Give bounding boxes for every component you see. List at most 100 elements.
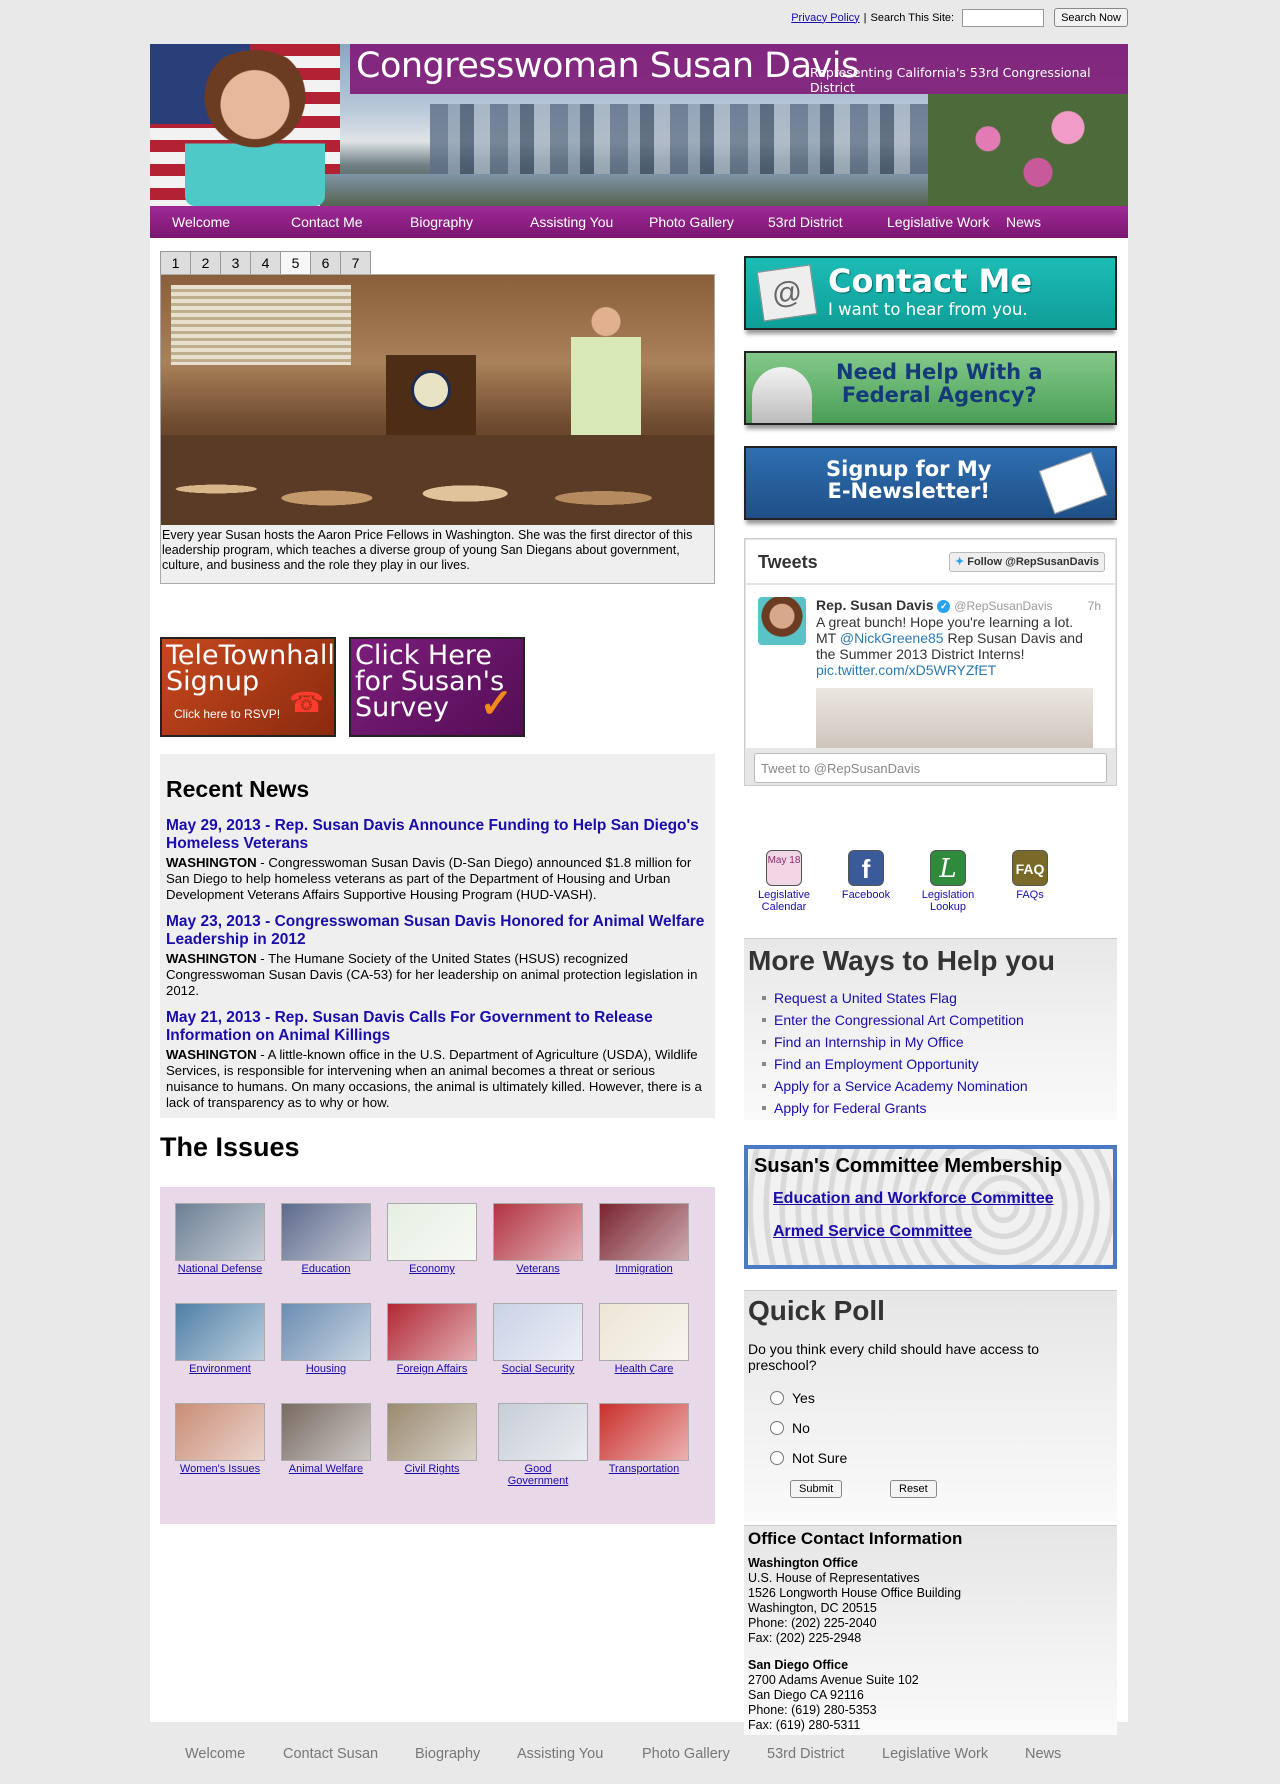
tweet-author[interactable]: Rep. Susan Davis — [816, 597, 934, 613]
issue-health-care[interactable]: Health Care — [596, 1303, 692, 1375]
issue-national-defense[interactable]: National Defense — [172, 1203, 268, 1275]
art-competition-link[interactable]: Enter the Congressional Art Competition — [762, 1009, 1028, 1031]
footer-assisting-you[interactable]: Assisting You — [517, 1746, 603, 1762]
facebook-icon: f — [848, 850, 884, 886]
nav-53rd-district[interactable]: 53rd District — [768, 214, 843, 230]
slide-tab-5[interactable]: 5 — [280, 251, 311, 275]
academy-nomination-link[interactable]: Apply for a Service Academy Nomination — [762, 1075, 1028, 1097]
nav-welcome[interactable]: Welcome — [172, 214, 230, 230]
issue-economy[interactable]: Economy — [384, 1203, 480, 1275]
nav-legislative-work[interactable]: Legislative Work — [887, 214, 989, 230]
issue-thumbnail — [387, 1303, 477, 1361]
footer-53rd-district[interactable]: 53rd District — [767, 1746, 844, 1762]
poll-option-yes[interactable]: Yes — [770, 1390, 815, 1406]
teletownhall-signup-button[interactable]: TeleTownhall Signup Click here to RSVP! … — [160, 637, 336, 737]
issue-thumbnail — [493, 1203, 583, 1261]
news-item-title[interactable]: May 29, 2013 - Rep. Susan Davis Announce… — [166, 817, 709, 853]
issue-animal-welfare[interactable]: Animal Welfare — [278, 1403, 374, 1475]
survey-button[interactable]: Click Here for Susan's Survey ✓ — [349, 637, 525, 737]
slide-tab-3[interactable]: 3 — [220, 251, 251, 275]
slide-tab-4[interactable]: 4 — [250, 251, 281, 275]
education-committee-link[interactable]: Education and Workforce Committee — [773, 1190, 1054, 1208]
poll-option-not-sure[interactable]: Not Sure — [770, 1450, 847, 1466]
footer-welcome[interactable]: Welcome — [185, 1746, 245, 1762]
issue-label: Environment — [189, 1363, 251, 1375]
phone-icon: ☎ — [289, 687, 324, 718]
issue-immigration[interactable]: Immigration — [596, 1203, 692, 1275]
radio-button[interactable] — [770, 1391, 784, 1405]
tweet-photo[interactable] — [816, 688, 1093, 748]
news-item-title[interactable]: May 23, 2013 - Congresswoman Susan Davis… — [166, 913, 709, 949]
privacy-policy-link[interactable]: Privacy Policy — [791, 12, 859, 24]
slide-tab-2[interactable]: 2 — [190, 251, 221, 275]
issue-transportation[interactable]: Transportation — [596, 1403, 692, 1475]
contact-me-button[interactable]: @ Contact Me I want to hear from you. — [744, 256, 1117, 330]
tweet-compose-input[interactable]: Tweet to @RepSusanDavis — [754, 753, 1107, 783]
issue-social-security[interactable]: Social Security — [490, 1303, 586, 1375]
nav-photo-gallery[interactable]: Photo Gallery — [649, 214, 734, 230]
issue-veterans[interactable]: Veterans — [490, 1203, 586, 1275]
slideshow-photo[interactable] — [161, 275, 714, 525]
issue-foreign-affairs[interactable]: Foreign Affairs — [384, 1303, 480, 1375]
verified-icon: ✓ — [937, 600, 951, 613]
issue-civil-rights[interactable]: Civil Rights — [384, 1403, 480, 1475]
slide-tab-7[interactable]: 7 — [340, 251, 371, 275]
armed-service-committee-link[interactable]: Armed Service Committee — [773, 1223, 972, 1241]
nav-news[interactable]: News — [1006, 214, 1041, 230]
flowers-image — [928, 94, 1128, 206]
federal-grants-link[interactable]: Apply for Federal Grants — [762, 1097, 1028, 1119]
footer-biography[interactable]: Biography — [415, 1746, 480, 1762]
tweet-time[interactable]: 7h — [1088, 599, 1101, 613]
search-now-button[interactable]: Search Now — [1054, 8, 1128, 27]
faqs-link[interactable]: FAQ FAQs — [990, 850, 1070, 901]
nav-assisting-you[interactable]: Assisting You — [530, 214, 613, 230]
issue-good-government[interactable]: Good Government — [498, 1403, 588, 1487]
issue-label: Women's Issues — [179, 1463, 261, 1475]
issue-thumbnail — [599, 1203, 689, 1261]
issue-housing[interactable]: Housing — [278, 1303, 374, 1375]
slide-tab-1[interactable]: 1 — [160, 251, 191, 275]
federal-agency-help-button[interactable]: Need Help With a Federal Agency? — [744, 351, 1117, 425]
poll-reset-button[interactable]: Reset — [890, 1480, 937, 1498]
issue-education[interactable]: Education — [278, 1203, 374, 1275]
tweet-mention[interactable]: @NickGreene85 — [840, 630, 944, 646]
issue-label: Good Government — [507, 1463, 569, 1487]
news-item: May 23, 2013 - Congresswoman Susan Davis… — [166, 913, 709, 999]
employment-link[interactable]: Find an Employment Opportunity — [762, 1053, 1028, 1075]
site-search-input[interactable] — [962, 8, 1045, 27]
news-item-title[interactable]: May 21, 2013 - Rep. Susan Davis Calls Fo… — [166, 1009, 709, 1045]
tweet-link[interactable]: pic.twitter.com/xD5WRYZfET — [816, 662, 996, 678]
footer-photo-gallery[interactable]: Photo Gallery — [642, 1746, 730, 1762]
newsletter-line-2: E-Newsletter! — [827, 479, 990, 503]
house-seal-icon — [411, 370, 451, 410]
follow-button[interactable]: ✦ Follow @RepSusanDavis — [948, 552, 1105, 572]
issue-label: Immigration — [615, 1263, 673, 1275]
avatar[interactable] — [758, 597, 806, 645]
request-flag-link[interactable]: Request a United States Flag — [762, 987, 1028, 1009]
footer-news[interactable]: News — [1025, 1746, 1061, 1762]
radio-button[interactable] — [770, 1421, 784, 1435]
nav-biography[interactable]: Biography — [410, 214, 473, 230]
facebook-link[interactable]: f Facebook — [826, 850, 906, 901]
slide-tab-6[interactable]: 6 — [310, 251, 341, 275]
issue-environment[interactable]: Environment — [172, 1303, 268, 1375]
internship-link[interactable]: Find an Internship in My Office — [762, 1031, 1028, 1053]
poll-submit-button[interactable]: Submit — [790, 1480, 843, 1498]
issue-label: Social Security — [501, 1363, 575, 1375]
issue-label: Housing — [305, 1363, 347, 1375]
nav-contact-me[interactable]: Contact Me — [291, 214, 363, 230]
legislative-calendar-link[interactable]: May 18 Legislative Calendar — [744, 850, 824, 913]
news-item: May 21, 2013 - Rep. Susan Davis Calls Fo… — [166, 1009, 709, 1111]
slideshow: Every year Susan hosts the Aaron Price F… — [160, 274, 715, 584]
footer-contact-susan[interactable]: Contact Susan — [283, 1746, 378, 1762]
issue-thumbnail — [387, 1203, 477, 1261]
tweet-handle[interactable]: @RepSusanDavis — [954, 599, 1052, 613]
legislation-lookup-link[interactable]: L Legislation Lookup — [908, 850, 988, 913]
enewsletter-signup-button[interactable]: Signup for My E-Newsletter! — [744, 446, 1117, 520]
poll-option-no[interactable]: No — [770, 1420, 810, 1436]
radio-button[interactable] — [770, 1451, 784, 1465]
issue-womens-issues[interactable]: Women's Issues — [172, 1403, 268, 1475]
footer-legislative-work[interactable]: Legislative Work — [882, 1746, 988, 1762]
issue-thumbnail — [599, 1303, 689, 1361]
news-dateline: WASHINGTON — [166, 1047, 257, 1062]
